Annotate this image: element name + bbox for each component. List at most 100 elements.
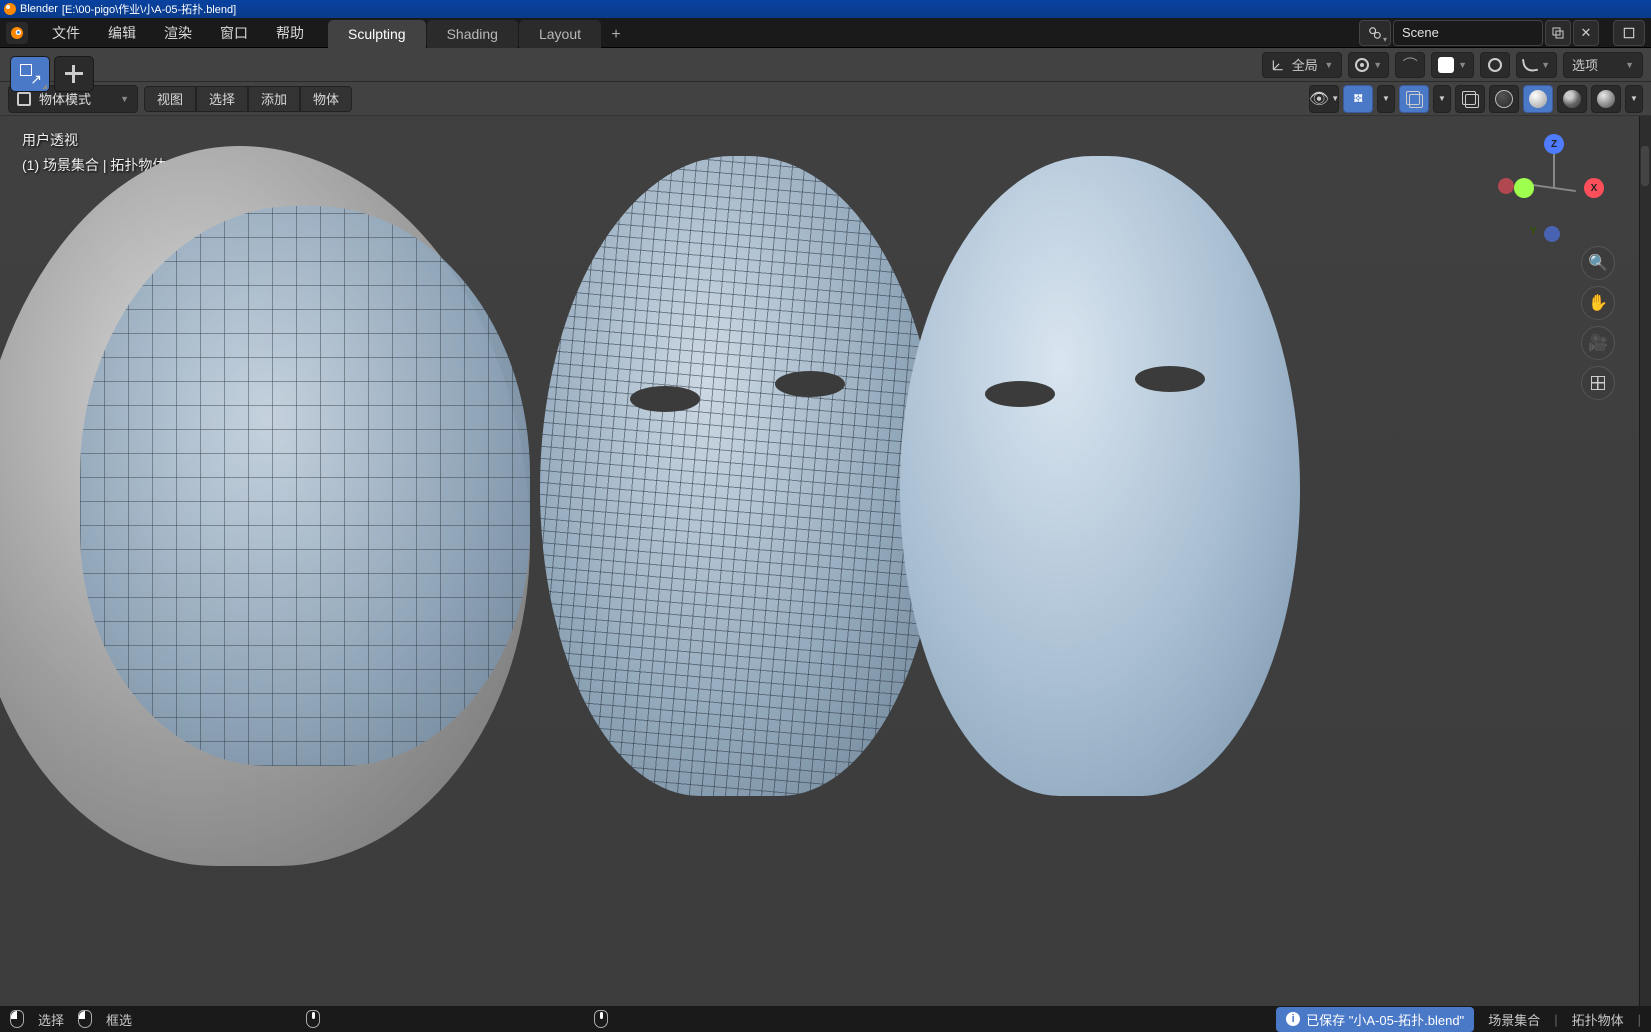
shading-dropdown[interactable]: ▼ — [1625, 85, 1643, 113]
titlebar-path: [E:\00-pigo\作业\小A-05-拓扑.blend] — [62, 1, 236, 17]
window-titlebar: Blender [E:\00-pigo\作业\小A-05-拓扑.blend] — [0, 0, 1651, 18]
menu-file[interactable]: 文件 — [38, 18, 94, 47]
status-saved-chip: i 已保存 "小A-05-拓扑.blend" — [1276, 1007, 1474, 1032]
mouse-lmb-drag-icon — [78, 1010, 92, 1028]
tab-add-button[interactable]: + — [602, 22, 630, 48]
gizmo-axis-z-neg[interactable] — [1544, 226, 1560, 242]
shading-rendered[interactable] — [1591, 85, 1621, 113]
snap-increment-icon — [1438, 57, 1454, 73]
menu-help[interactable]: 帮助 — [262, 18, 318, 47]
xray-icon — [1462, 91, 1478, 107]
viewport-perspective-label: 用户透视 — [22, 128, 166, 153]
tool-tweak[interactable] — [10, 56, 50, 92]
status-boxselect-label: 框选 — [106, 1010, 132, 1029]
shading-solid[interactable] — [1523, 85, 1553, 113]
gizmo-toggle[interactable]: ✥ — [1343, 85, 1373, 113]
orientation-label: 全局 — [1292, 55, 1318, 74]
titlebar-app: Blender — [20, 3, 58, 15]
gizmo-axis-neg[interactable] — [1498, 178, 1514, 194]
tab-layout[interactable]: Layout — [519, 20, 601, 48]
viewlayer-browse-icon[interactable] — [1613, 20, 1645, 46]
proportional-falloff-dropdown[interactable]: ▼ — [1516, 52, 1557, 78]
zoom-icon: 🔍 — [1588, 253, 1608, 273]
blender-logo-icon — [4, 3, 16, 15]
overlay-dropdown[interactable]: ▼ — [1433, 85, 1451, 113]
scene-new-button[interactable] — [1545, 20, 1571, 46]
viewport-header: 物体模式 ▼ 视图 选择 添加 物体 👁▼ ✥ ▼ ▼ ▼ — [0, 82, 1651, 116]
proportional-toggle[interactable] — [1480, 52, 1510, 78]
shading-wireframe[interactable] — [1489, 85, 1519, 113]
object-mode-icon — [17, 92, 31, 106]
status-saved-text: 已保存 "小A-05-拓扑.blend" — [1306, 1010, 1464, 1029]
viewport-3d[interactable]: 用户透视 (1) 场景集合 | 拓扑物体 Z X Y 🔍 ✋ 🎥 — [0, 116, 1639, 1006]
mouse-mmb-icon — [306, 1010, 320, 1028]
options-label: 选项 — [1572, 55, 1598, 74]
visibility-dropdown[interactable]: 👁▼ — [1309, 85, 1339, 113]
tab-shading[interactable]: Shading — [427, 20, 518, 48]
status-object: 拓扑物体 — [1572, 1010, 1624, 1029]
rendered-sphere-icon — [1597, 90, 1615, 108]
scene-name-input[interactable] — [1393, 20, 1543, 46]
viewport-shading-controls: 👁▼ ✥ ▼ ▼ ▼ — [1309, 85, 1643, 113]
nav-camera-button[interactable]: 🎥 — [1581, 326, 1615, 360]
nav-gizmo[interactable]: Z X Y — [1504, 134, 1604, 234]
viewport-nav-buttons: 🔍 ✋ 🎥 — [1581, 246, 1615, 400]
material-sphere-icon — [1563, 90, 1581, 108]
menu-add[interactable]: 添加 — [248, 86, 300, 112]
magnet-icon: ⌒ — [1403, 54, 1418, 75]
menu-window[interactable]: 窗口 — [206, 18, 262, 47]
nav-ortho-button[interactable] — [1581, 366, 1615, 400]
status-separator: | — [1554, 1012, 1557, 1027]
pivot-point-dropdown[interactable]: ▼ — [1348, 52, 1389, 78]
scene-delete-button[interactable]: ✕ — [1573, 20, 1599, 46]
tool-header: 全局 ▼ ▼ ⌒ ▼ ▼ 选项▼ — [0, 48, 1651, 82]
status-select-label: 选择 — [38, 1010, 64, 1029]
retopo-face-overlay — [80, 206, 530, 766]
proportional-icon — [1488, 58, 1502, 72]
transform-orientation-dropdown[interactable]: 全局 ▼ — [1262, 52, 1342, 78]
viewport-menu-group: 视图 选择 添加 物体 — [144, 86, 352, 112]
scene-selector-group: ✕ — [1359, 20, 1645, 46]
snap-toggle[interactable]: ⌒ — [1395, 52, 1425, 78]
workspace-tabs: Sculpting Shading Layout + — [328, 18, 630, 48]
smooth-mask-mesh — [900, 156, 1300, 796]
solid-sphere-icon — [1529, 90, 1547, 108]
statusbar: 选择 框选 i 已保存 "小A-05-拓扑.blend" 场景集合 | 拓扑物体… — [0, 1006, 1651, 1032]
scene-browse-icon[interactable] — [1359, 20, 1391, 46]
gizmo-axis-y[interactable]: Y — [1514, 178, 1534, 198]
overlay-icon — [1406, 91, 1422, 107]
mouse-lmb-icon — [10, 1010, 24, 1028]
snap-type-dropdown[interactable]: ▼ — [1431, 52, 1474, 78]
menu-object[interactable]: 物体 — [300, 86, 352, 112]
grid-icon — [1591, 376, 1605, 390]
status-collection: 场景集合 — [1488, 1010, 1540, 1029]
orientation-icon — [1271, 58, 1285, 72]
properties-sidebar-collapsed[interactable] — [1639, 116, 1651, 1006]
menu-view[interactable]: 视图 — [144, 86, 196, 112]
blender-app-icon[interactable] — [6, 22, 28, 44]
wireframe-mask-mesh — [540, 156, 940, 796]
menu-select[interactable]: 选择 — [196, 86, 248, 112]
mouse-mmb-icon-2 — [594, 1010, 608, 1028]
options-dropdown[interactable]: 选项▼ — [1563, 52, 1643, 78]
sidebar-handle-icon — [1641, 146, 1649, 186]
pivot-icon — [1355, 58, 1369, 72]
left-toolbar — [10, 56, 94, 92]
tab-sculpting[interactable]: Sculpting — [328, 20, 426, 48]
camera-icon: 🎥 — [1588, 333, 1608, 353]
menu-render[interactable]: 渲染 — [150, 18, 206, 47]
hand-icon: ✋ — [1588, 293, 1608, 313]
xray-toggle[interactable] — [1455, 85, 1485, 113]
eye-icon: 👁 — [1309, 89, 1329, 109]
menu-edit[interactable]: 编辑 — [94, 18, 150, 47]
overlay-toggle[interactable] — [1399, 85, 1429, 113]
falloff-curve-icon — [1522, 56, 1538, 72]
gizmo-dropdown[interactable]: ▼ — [1377, 85, 1395, 113]
nav-pan-button[interactable]: ✋ — [1581, 286, 1615, 320]
nav-zoom-button[interactable]: 🔍 — [1581, 246, 1615, 280]
gizmo-axis-x[interactable]: X — [1584, 178, 1604, 198]
tool-cursor[interactable] — [54, 56, 94, 92]
gizmo-axis-z[interactable]: Z — [1544, 134, 1564, 154]
gizmo-icon: ✥ — [1348, 88, 1368, 108]
shading-material[interactable] — [1557, 85, 1587, 113]
